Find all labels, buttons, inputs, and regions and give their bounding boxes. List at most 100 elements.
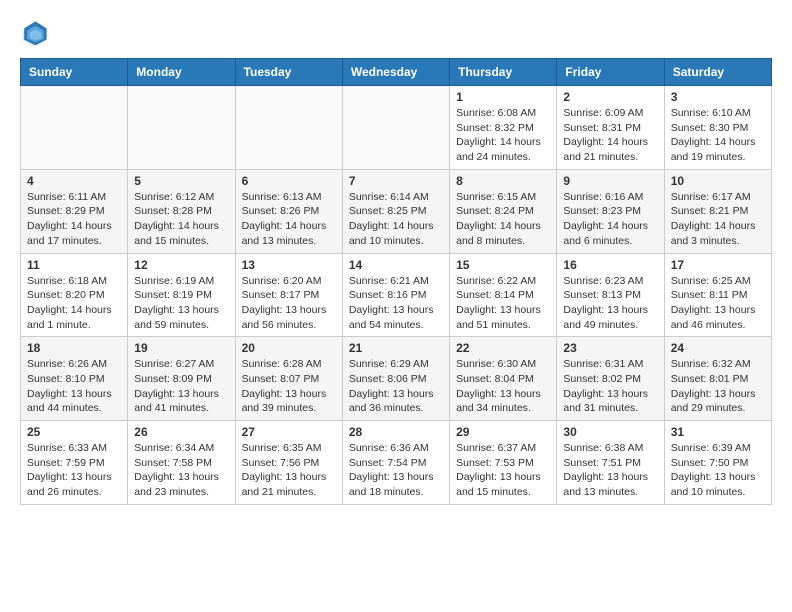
- day-info: Sunrise: 6:15 AMSunset: 8:24 PMDaylight:…: [456, 190, 550, 249]
- day-info: Sunrise: 6:32 AMSunset: 8:01 PMDaylight:…: [671, 357, 765, 416]
- day-number: 4: [27, 174, 121, 188]
- page-header: [20, 20, 772, 48]
- day-number: 28: [349, 425, 443, 439]
- day-info: Sunrise: 6:29 AMSunset: 8:06 PMDaylight:…: [349, 357, 443, 416]
- calendar-cell: 12Sunrise: 6:19 AMSunset: 8:19 PMDayligh…: [128, 253, 235, 337]
- day-number: 29: [456, 425, 550, 439]
- day-info: Sunrise: 6:21 AMSunset: 8:16 PMDaylight:…: [349, 274, 443, 333]
- day-number: 3: [671, 90, 765, 104]
- calendar-cell: [128, 86, 235, 170]
- day-number: 24: [671, 341, 765, 355]
- calendar-cell: 16 Sunrise: 6:23 AMSunset: 8:13 PMDayligh…: [557, 253, 664, 337]
- calendar-cell: 30 Sunrise: 6:38 AMSunset: 7:51 PMDayligh…: [557, 421, 664, 505]
- day-number: 31: [671, 425, 765, 439]
- calendar-week-row: 1 Sunrise: 6:08 AMSunset: 8:32 PMDaylight…: [21, 86, 772, 170]
- day-header-tuesday: Tuesday: [235, 59, 342, 86]
- calendar-cell: 8 Sunrise: 6:15 AMSunset: 8:24 PMDaylight…: [450, 169, 557, 253]
- calendar-week-row: 25 Sunrise: 6:33 AMSunset: 7:59 PMDayligh…: [21, 421, 772, 505]
- logo-icon: [20, 20, 48, 48]
- day-number: 23: [563, 341, 657, 355]
- day-number: 1: [456, 90, 550, 104]
- day-info: Sunrise: 6:23 AMSunset: 8:13 PMDaylight:…: [563, 274, 657, 333]
- day-info: Sunrise: 6:14 AMSunset: 8:25 PMDaylight:…: [349, 190, 443, 249]
- day-number: 13: [242, 258, 336, 272]
- day-info: Sunrise: 6:11 AMSunset: 8:29 PMDaylight:…: [27, 190, 121, 249]
- day-info: Sunrise: 6:16 AMSunset: 8:23 PMDaylight:…: [563, 190, 657, 249]
- day-info: Sunrise: 6:34 AMSunset: 7:58 PMDaylight:…: [134, 441, 228, 500]
- calendar-cell: 11 Sunrise: 6:18 AMSunset: 8:20 PMDayligh…: [21, 253, 128, 337]
- calendar-cell: 23Sunrise: 6:31 AMSunset: 8:02 PMDayligh…: [557, 337, 664, 421]
- day-number: 6: [242, 174, 336, 188]
- calendar-cell: 26Sunrise: 6:34 AMSunset: 7:58 PMDayligh…: [128, 421, 235, 505]
- calendar-week-row: 4 Sunrise: 6:11 AMSunset: 8:29 PMDaylight…: [21, 169, 772, 253]
- calendar-cell: 7Sunrise: 6:14 AMSunset: 8:25 PMDaylight…: [342, 169, 449, 253]
- calendar-cell: 4 Sunrise: 6:11 AMSunset: 8:29 PMDaylight…: [21, 169, 128, 253]
- day-info: Sunrise: 6:18 AMSunset: 8:20 PMDaylight:…: [27, 274, 121, 333]
- day-number: 22: [456, 341, 550, 355]
- calendar-cell: 31 Sunrise: 6:39 AMSunset: 7:50 PMDayligh…: [664, 421, 771, 505]
- day-info: Sunrise: 6:28 AMSunset: 8:07 PMDaylight:…: [242, 357, 336, 416]
- calendar-cell: 1 Sunrise: 6:08 AMSunset: 8:32 PMDaylight…: [450, 86, 557, 170]
- day-info: Sunrise: 6:36 AMSunset: 7:54 PMDaylight:…: [349, 441, 443, 500]
- day-header-wednesday: Wednesday: [342, 59, 449, 86]
- day-info: Sunrise: 6:27 AMSunset: 8:09 PMDaylight:…: [134, 357, 228, 416]
- day-info: Sunrise: 6:30 AMSunset: 8:04 PMDaylight:…: [456, 357, 550, 416]
- day-number: 16: [563, 258, 657, 272]
- day-header-sunday: Sunday: [21, 59, 128, 86]
- day-number: 17: [671, 258, 765, 272]
- calendar-cell: 27 Sunrise: 6:35 AMSunset: 7:56 PMDayligh…: [235, 421, 342, 505]
- day-number: 11: [27, 258, 121, 272]
- day-info: Sunrise: 6:33 AMSunset: 7:59 PMDaylight:…: [27, 441, 121, 500]
- calendar-cell: [21, 86, 128, 170]
- calendar-cell: 21 Sunrise: 6:29 AMSunset: 8:06 PMDayligh…: [342, 337, 449, 421]
- day-number: 30: [563, 425, 657, 439]
- day-info: Sunrise: 6:09 AMSunset: 8:31 PMDaylight:…: [563, 106, 657, 165]
- day-info: Sunrise: 6:37 AMSunset: 7:53 PMDaylight:…: [456, 441, 550, 500]
- calendar-cell: 28 Sunrise: 6:36 AMSunset: 7:54 PMDayligh…: [342, 421, 449, 505]
- calendar-cell: 3 Sunrise: 6:10 AMSunset: 8:30 PMDaylight…: [664, 86, 771, 170]
- calendar-week-row: 18Sunrise: 6:26 AMSunset: 8:10 PMDayligh…: [21, 337, 772, 421]
- calendar-cell: 17 Sunrise: 6:25 AMSunset: 8:11 PMDayligh…: [664, 253, 771, 337]
- day-number: 19: [134, 341, 228, 355]
- calendar: SundayMondayTuesdayWednesdayThursdayFrid…: [20, 58, 772, 505]
- day-number: 21: [349, 341, 443, 355]
- calendar-cell: 25 Sunrise: 6:33 AMSunset: 7:59 PMDayligh…: [21, 421, 128, 505]
- day-info: Sunrise: 6:25 AMSunset: 8:11 PMDaylight:…: [671, 274, 765, 333]
- day-number: 15: [456, 258, 550, 272]
- day-info: Sunrise: 6:38 AMSunset: 7:51 PMDaylight:…: [563, 441, 657, 500]
- calendar-cell: 14 Sunrise: 6:21 AMSunset: 8:16 PMDayligh…: [342, 253, 449, 337]
- day-number: 8: [456, 174, 550, 188]
- day-info: Sunrise: 6:26 AMSunset: 8:10 PMDaylight:…: [27, 357, 121, 416]
- day-info: Sunrise: 6:22 AMSunset: 8:14 PMDaylight:…: [456, 274, 550, 333]
- day-info: Sunrise: 6:08 AMSunset: 8:32 PMDaylight:…: [456, 106, 550, 165]
- calendar-cell: [235, 86, 342, 170]
- calendar-cell: 2Sunrise: 6:09 AMSunset: 8:31 PMDaylight…: [557, 86, 664, 170]
- day-info: Sunrise: 6:10 AMSunset: 8:30 PMDaylight:…: [671, 106, 765, 165]
- logo: [20, 20, 52, 48]
- day-number: 25: [27, 425, 121, 439]
- calendar-cell: 13Sunrise: 6:20 AMSunset: 8:17 PMDayligh…: [235, 253, 342, 337]
- day-info: Sunrise: 6:39 AMSunset: 7:50 PMDaylight:…: [671, 441, 765, 500]
- day-number: 14: [349, 258, 443, 272]
- day-info: Sunrise: 6:12 AMSunset: 8:28 PMDaylight:…: [134, 190, 228, 249]
- day-number: 5: [134, 174, 228, 188]
- calendar-cell: 9Sunrise: 6:16 AMSunset: 8:23 PMDaylight…: [557, 169, 664, 253]
- day-info: Sunrise: 6:35 AMSunset: 7:56 PMDaylight:…: [242, 441, 336, 500]
- day-header-friday: Friday: [557, 59, 664, 86]
- calendar-cell: 18Sunrise: 6:26 AMSunset: 8:10 PMDayligh…: [21, 337, 128, 421]
- calendar-cell: [342, 86, 449, 170]
- calendar-week-row: 11 Sunrise: 6:18 AMSunset: 8:20 PMDayligh…: [21, 253, 772, 337]
- calendar-cell: 10 Sunrise: 6:17 AMSunset: 8:21 PMDayligh…: [664, 169, 771, 253]
- day-header-monday: Monday: [128, 59, 235, 86]
- day-info: Sunrise: 6:17 AMSunset: 8:21 PMDaylight:…: [671, 190, 765, 249]
- calendar-cell: 5 Sunrise: 6:12 AMSunset: 8:28 PMDaylight…: [128, 169, 235, 253]
- day-info: Sunrise: 6:13 AMSunset: 8:26 PMDaylight:…: [242, 190, 336, 249]
- day-header-saturday: Saturday: [664, 59, 771, 86]
- calendar-cell: 19 Sunrise: 6:27 AMSunset: 8:09 PMDayligh…: [128, 337, 235, 421]
- day-number: 12: [134, 258, 228, 272]
- calendar-cell: 29 Sunrise: 6:37 AMSunset: 7:53 PMDayligh…: [450, 421, 557, 505]
- day-number: 10: [671, 174, 765, 188]
- day-header-thursday: Thursday: [450, 59, 557, 86]
- calendar-cell: 15 Sunrise: 6:22 AMSunset: 8:14 PMDayligh…: [450, 253, 557, 337]
- day-number: 27: [242, 425, 336, 439]
